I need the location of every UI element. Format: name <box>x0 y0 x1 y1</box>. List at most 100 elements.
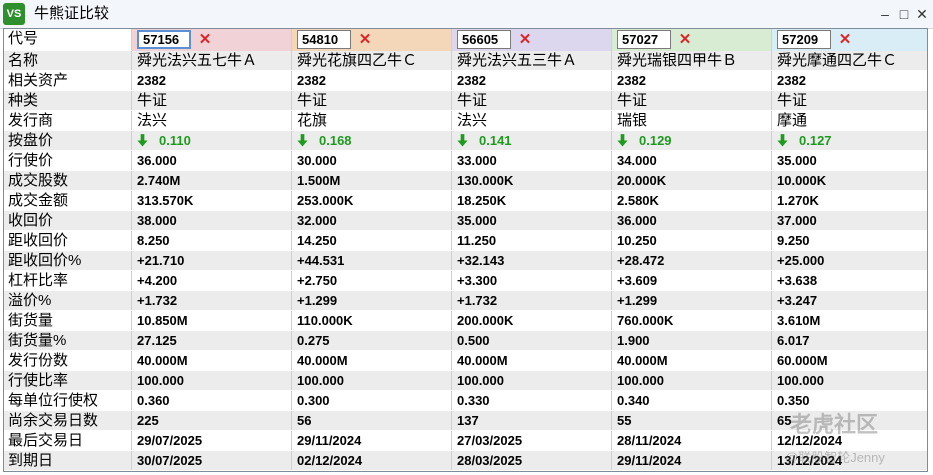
table-cell: 0.127 <box>772 131 927 150</box>
table-cell: 40.000M <box>292 351 452 370</box>
code-input-4[interactable]: 57027 <box>617 30 671 49</box>
table-cell: 2382 <box>777 73 806 88</box>
row-label: 距收回价% <box>4 251 132 270</box>
row-label: 尚余交易日数 <box>4 411 132 430</box>
table-cell: 法兴 <box>452 111 612 130</box>
table-cell: 牛证 <box>132 91 292 110</box>
table-cell: 0.330 <box>452 391 612 410</box>
table-cell: 14.250 <box>292 231 452 250</box>
table-cell: 35.000 <box>452 211 612 230</box>
table-cell: 29/11/2024 <box>292 431 452 450</box>
code-input-1[interactable]: 57156 <box>137 30 191 49</box>
row-label: 杠杆比率 <box>4 271 132 290</box>
table-row: 名称 舜光法兴五七牛Ａ 舜光花旗四乙牛Ｃ 舜光法兴五三牛Ａ 舜光瑞银四甲牛Ｂ 舜光摩通四乙… <box>4 51 927 71</box>
down-arrow-icon <box>617 131 633 151</box>
header-row: 代号 57156 ✕ 54810 ✕ 56605 ✕ 57027 ✕ 57209 ✕ <box>4 29 927 51</box>
table-cell: 40.000M <box>132 351 292 370</box>
row-label: 成交金额 <box>4 191 132 210</box>
table-cell: 33.000 <box>452 151 612 170</box>
code-input-2[interactable]: 54810 <box>297 30 351 49</box>
table-cell: 100.000 <box>292 371 452 390</box>
row-label: 街货量% <box>4 331 132 350</box>
table-cell: 2382 <box>612 71 772 90</box>
row-label: 发行商 <box>4 111 132 130</box>
table-cell: 牛证 <box>292 91 452 110</box>
code-input-3[interactable]: 56605 <box>457 30 511 49</box>
close-icon[interactable]: ✕ <box>913 4 931 24</box>
remove-column-icon[interactable]: ✕ <box>517 30 533 49</box>
table-cell: +32.143 <box>452 251 612 270</box>
table-cell: 29/11/2024 <box>612 451 772 470</box>
table-cell: 27/03/2025 <box>452 431 612 450</box>
table-cell: +25.000 <box>777 253 825 268</box>
table-cell: 10.850M <box>132 311 292 330</box>
table-cell: 40.000M <box>452 351 612 370</box>
table-cell: +28.472 <box>612 251 772 270</box>
row-label: 种类 <box>4 91 132 110</box>
table-cell: 舜光法兴五七牛Ａ <box>132 51 292 70</box>
table-cell: +3.247 <box>777 293 818 308</box>
table-row: 发行份数 40.000M 40.000M 40.000M 40.000M 60.000M <box>4 351 927 371</box>
table-cell: 18.250K <box>452 191 612 210</box>
row-label: 名称 <box>4 51 132 70</box>
table-cell: +1.299 <box>612 291 772 310</box>
table-cell: 30/07/2025 <box>132 451 292 470</box>
table-cell: 28/11/2024 <box>612 431 772 450</box>
table-row: 尚余交易日数 225 56 137 55 65 <box>4 411 927 431</box>
table-cell: 舜光法兴五三牛Ａ <box>452 51 612 70</box>
table-cell: 舜光瑞银四甲牛Ｂ <box>612 51 772 70</box>
remove-column-icon[interactable]: ✕ <box>677 30 693 49</box>
table-row: 街货量% 27.125 0.275 0.500 1.900 6.017 <box>4 331 927 351</box>
remove-column-icon[interactable]: ✕ <box>837 30 853 49</box>
table-cell: 100.000 <box>777 373 824 388</box>
table-cell: 100.000 <box>612 371 772 390</box>
table-cell: 56 <box>292 411 452 430</box>
down-arrow-icon <box>297 131 313 151</box>
table-cell: 牛证 <box>777 92 808 109</box>
table-cell: 9.250 <box>777 233 810 248</box>
column-header-2: 54810 ✕ <box>292 29 452 51</box>
table-row: 街货量 10.850M 110.000K 200.000K 760.000K 3.610M <box>4 311 927 331</box>
table-cell: +3.638 <box>777 273 818 288</box>
table-cell: 253.000K <box>292 191 452 210</box>
table-cell: 舜光花旗四乙牛Ｃ <box>292 51 452 70</box>
table-cell: +1.299 <box>292 291 452 310</box>
table-cell: 10.250 <box>612 231 772 250</box>
table-cell: +21.710 <box>132 251 292 270</box>
table-cell: 100.000 <box>132 371 292 390</box>
table-cell: 牛证 <box>452 91 612 110</box>
minimize-icon[interactable]: – <box>876 4 894 24</box>
table-cell: 225 <box>132 411 292 430</box>
row-label: 每单位行使权 <box>4 391 132 410</box>
title-bar: VS 牛熊证比较 – □ ✕ <box>0 0 933 29</box>
table-cell: +3.609 <box>612 271 772 290</box>
row-label: 收回价 <box>4 211 132 230</box>
table-cell: 1.500M <box>292 171 452 190</box>
table-cell: 37.000 <box>777 213 817 228</box>
table-cell: 摩通 <box>777 112 808 129</box>
remove-column-icon[interactable]: ✕ <box>197 30 213 49</box>
table-cell: 29/07/2025 <box>132 431 292 450</box>
column-header-1: 57156 ✕ <box>132 29 292 51</box>
table-row: 成交金额 313.570K 253.000K 18.250K 2.580K 1.270K <box>4 191 927 211</box>
table-cell: 36.000 <box>612 211 772 230</box>
table-cell: 40.000M <box>612 351 772 370</box>
price-value: 0.141 <box>479 133 512 148</box>
table-cell: 花旗 <box>292 111 452 130</box>
table-cell: 0.340 <box>612 391 772 410</box>
remove-column-icon[interactable]: ✕ <box>357 30 373 49</box>
table-cell: 0.141 <box>452 131 612 150</box>
table-cell: 8.250 <box>132 231 292 250</box>
table-cell: 1.900 <box>612 331 772 350</box>
table-cell: 6.017 <box>777 333 810 348</box>
table-cell: 1.270K <box>777 193 819 208</box>
table-cell: +4.200 <box>132 271 292 290</box>
row-label-code: 代号 <box>4 29 132 50</box>
table-cell: 2382 <box>132 71 292 90</box>
maximize-icon[interactable]: □ <box>895 4 913 24</box>
code-input-5[interactable]: 57209 <box>777 30 831 49</box>
table-cell: 110.000K <box>292 311 452 330</box>
table-row: 收回价 38.000 32.000 35.000 36.000 37.000 <box>4 211 927 231</box>
row-label: 街货量 <box>4 311 132 330</box>
table-cell: 0.360 <box>132 391 292 410</box>
